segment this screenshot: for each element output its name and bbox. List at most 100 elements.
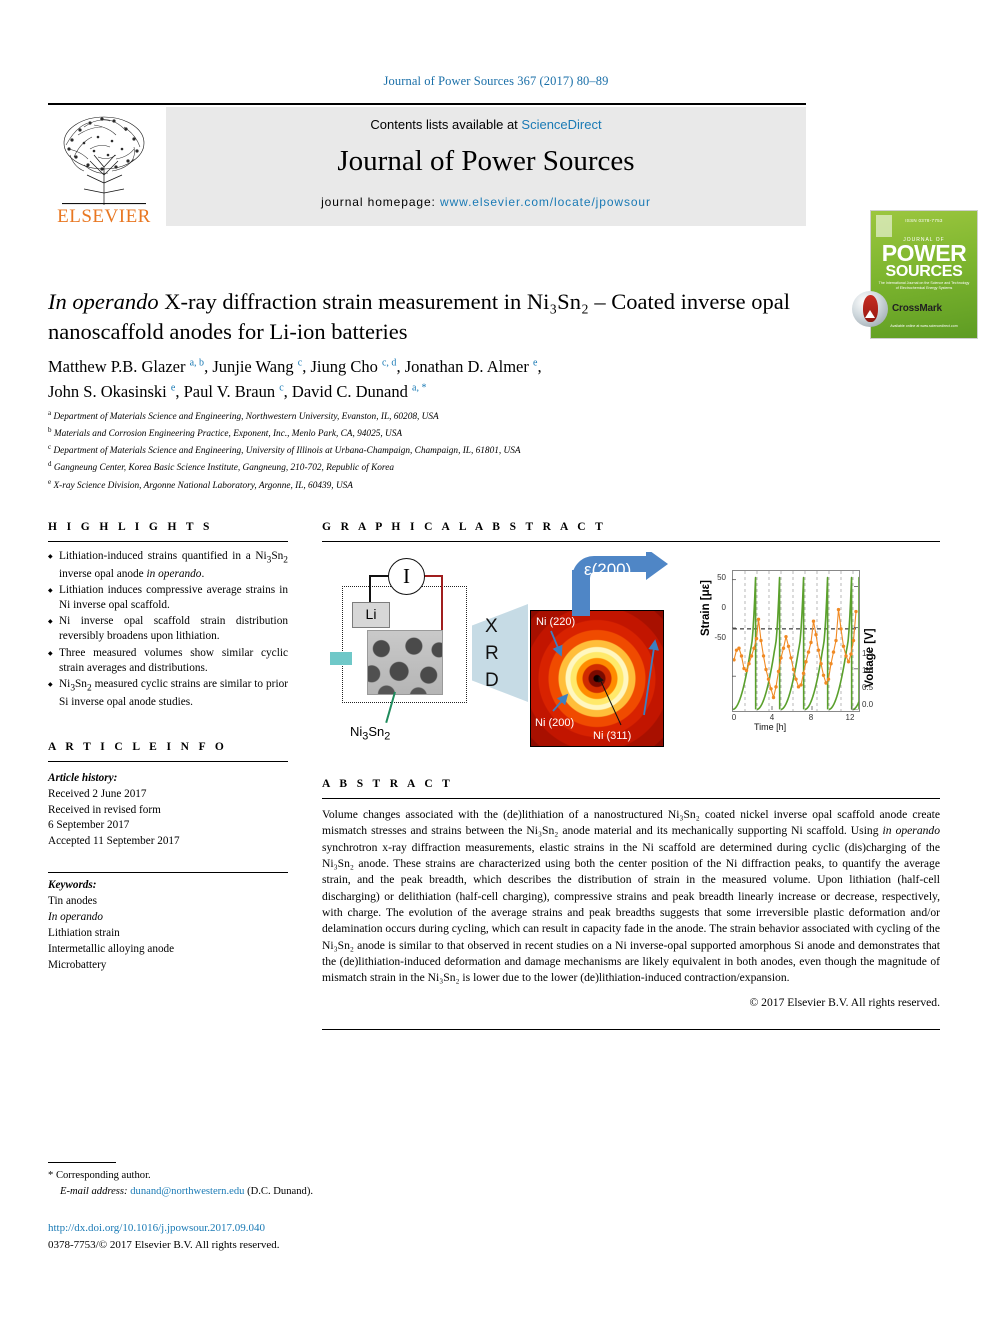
affiliation-mark: b — [48, 426, 52, 435]
chart-y2tick: 0.5 — [862, 683, 874, 692]
current-collector-tab — [330, 652, 352, 665]
wire-right — [441, 575, 443, 637]
chart-plot-area — [732, 570, 860, 712]
xrd-letter-d: D — [485, 669, 499, 691]
chart-xtick: 4 — [769, 713, 775, 722]
lithium-electrode-label: Li — [352, 602, 390, 628]
sample-label: Ni3Sn2 — [350, 724, 391, 743]
affiliation-item: b Materials and Corrosion Engineering Pr… — [48, 425, 848, 442]
crossmark-triangle-icon — [865, 310, 875, 318]
affiliation-text: Department of Materials Science and Engi… — [53, 412, 439, 423]
xrd-letter-r: R — [485, 642, 499, 664]
keywords-label: Keywords: — [48, 879, 97, 892]
article-history-item: Received in revised form — [48, 803, 161, 816]
affiliation-mark: a — [48, 409, 52, 417]
abstract-copyright: © 2017 Elsevier B.V. All rights reserved… — [749, 995, 940, 1009]
contents-available-line: Contents lists available at ScienceDirec… — [166, 117, 806, 132]
affiliation-text: X-ray Science Division, Argonne National… — [53, 480, 353, 491]
article-history-item: Accepted 11 September 2017 — [48, 835, 180, 848]
abstract-heading: A B S T R A C T — [322, 778, 454, 790]
chart-y2tick: 0.0 — [862, 700, 874, 709]
keywords-block: Keywords: Tin anodes In operando Lithiat… — [48, 878, 288, 973]
contents-prefix: Contents lists available at — [370, 117, 522, 132]
chart-ytick: -50 — [714, 633, 726, 642]
affiliation-item: d Gangneung Center, Korea Basic Science … — [48, 459, 848, 476]
abstract-body: Volume changes associated with the (de)l… — [322, 807, 940, 987]
list-item: Lithiation induces compressive average s… — [48, 583, 288, 613]
keyword-item: In operando — [48, 911, 103, 924]
running-head: Journal of Power Sources 367 (2017) 80–8… — [383, 74, 609, 88]
abstract-end-rule — [322, 1028, 940, 1030]
chart-x-axis-label: Time [h] — [754, 722, 787, 732]
homepage-url[interactable]: www.elsevier.com/locate/jpowsour — [440, 195, 651, 209]
crossmark-icon — [852, 291, 888, 327]
elsevier-tree-icon — [62, 116, 146, 205]
email-link[interactable]: dunand@northwestern.edu — [130, 1186, 244, 1197]
footnote-rule — [48, 1162, 116, 1163]
wire-left-top — [369, 575, 390, 577]
title-italic-part: In operando — [48, 289, 159, 314]
graphical-abstract-figure: I Li Ni3Sn2 X R D Ni (220) Ni (200) Ni (… — [322, 552, 940, 756]
xrd-letters-label: X R D — [485, 614, 499, 695]
cover-sources-word: SOURCES — [885, 263, 963, 280]
author-list: Matthew P.B. Glazer a, b, Junjie Wang c,… — [48, 355, 808, 405]
graphical-abstract-rule — [322, 541, 940, 542]
current-meter-icon: I — [388, 558, 425, 595]
epsilon-arrow-label: ε(200) — [584, 560, 632, 579]
corresponding-author-note: * Corresponding author. — [48, 1170, 151, 1181]
contents-banner: Contents lists available at ScienceDirec… — [166, 107, 806, 226]
article-history-block: Article history: Received 2 June 2017 Re… — [48, 771, 288, 851]
chart-y2tick: 1.5 — [862, 649, 874, 658]
cover-top-line: ISSN 0378-7753 — [905, 218, 943, 223]
email-label: E-mail address: — [60, 1185, 128, 1197]
article-info-rule — [48, 760, 288, 762]
affiliation-text: Materials and Corrosion Engineering Prac… — [53, 429, 403, 440]
journal-title: Journal of Power Sources — [337, 145, 635, 177]
affiliation-text: Gangneung Center, Korea Basic Science In… — [53, 463, 394, 474]
affiliation-list: a Department of Materials Science and En… — [48, 408, 848, 494]
crossmark-label: CrossMark — [892, 303, 942, 314]
affiliation-item: e X-ray Science Division, Argonne Nation… — [48, 477, 848, 494]
article-history-label: Article history: — [48, 771, 118, 784]
elsevier-wordmark: ELSEVIER — [57, 206, 151, 227]
affiliation-mark: d — [48, 460, 52, 469]
diffraction-pattern-image: Ni (220) Ni (200) Ni (311) — [530, 610, 664, 747]
epsilon-arrow-graphic: ε(200) — [546, 552, 676, 616]
page-title: In operando X-ray diffraction strain mea… — [48, 287, 800, 346]
author-line-2: John S. Okasinski e, Paul V. Braun c, Da… — [48, 381, 427, 401]
left-column: H I G H L I G H T S Lithiation-induced s… — [48, 521, 288, 974]
title-main-part: X-ray diffraction strain measurement in … — [48, 289, 790, 344]
cover-power-word: POWER — [881, 240, 967, 266]
doi-link[interactable]: http://dx.doi.org/10.1016/j.jpowsour.201… — [48, 1222, 265, 1234]
article-history-item: Received 2 June 2017 — [48, 787, 147, 800]
list-item: Ni3Sn2 measured cyclic strains are simil… — [48, 677, 288, 710]
article-history-item: 6 September 2017 — [48, 819, 130, 832]
chart-ytick: 0 — [721, 603, 726, 612]
affiliation-item: c Department of Materials Science and En… — [48, 442, 848, 459]
strain-voltage-chart: Strain [με] Voltage [V] 50 0 -50 1.5 1.0… — [686, 564, 882, 747]
chart-ytick: 50 — [717, 573, 726, 582]
graphical-abstract-heading: G R A P H I C A L A B S T R A C T — [322, 521, 607, 533]
sciencedirect-link[interactable]: ScienceDirect — [521, 117, 601, 132]
keyword-item: Lithiation strain — [48, 927, 120, 939]
keyword-item: Microbattery — [48, 958, 107, 971]
diffraction-annotation-arrows — [550, 630, 660, 726]
email-note: E-mail address: dunand@northwestern.edu … — [48, 1184, 648, 1200]
abstract-part-2: synchrotron x-ray diffraction measuremen… — [322, 840, 940, 985]
xrd-beam-funnel — [472, 604, 528, 702]
issn-copyright: 0378-7753/© 2017 Elsevier B.V. All right… — [48, 1239, 280, 1251]
highlights-list: Lithiation-induced strains quantified in… — [48, 549, 288, 710]
chart-y2tick: 1.0 — [862, 666, 874, 675]
abstract-part-1: Volume changes associated with the (de)l… — [322, 808, 940, 838]
list-item: Ni inverse opal scaffold strain distribu… — [48, 614, 288, 644]
xrd-letter-x: X — [485, 616, 498, 637]
article-first-page: Journal of Power Sources 367 (2017) 80–8… — [0, 0, 992, 1323]
list-item: Lithiation-induced strains quantified in… — [48, 549, 288, 582]
affiliation-mark: e — [48, 477, 52, 486]
crossmark-badge[interactable]: CrossMark — [852, 291, 942, 331]
abstract-in-operando: in operando — [882, 824, 941, 838]
article-info-heading: A R T I C L E I N F O — [48, 740, 228, 753]
journal-homepage-line: journal homepage: www.elsevier.com/locat… — [166, 195, 806, 209]
author-line-1: Matthew P.B. Glazer a, b, Junjie Wang c,… — [48, 357, 542, 376]
affiliation-mark: c — [48, 443, 52, 452]
